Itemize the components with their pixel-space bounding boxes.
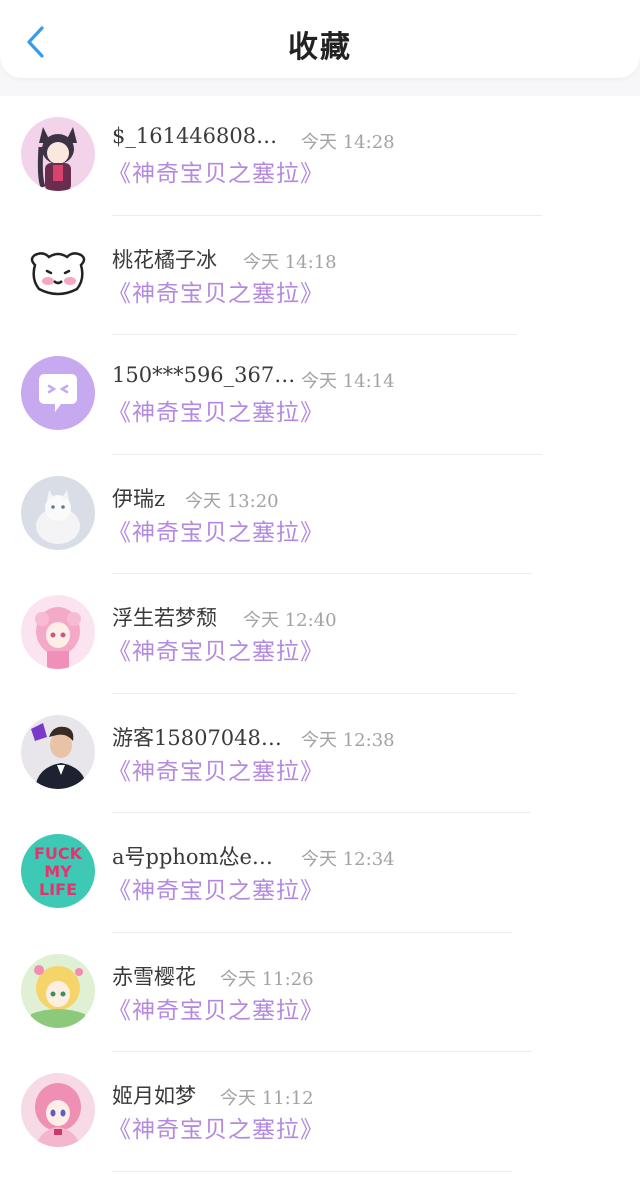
page-title: 收藏 [288, 30, 352, 65]
timestamp: 今天 14:14 [301, 371, 395, 392]
list-item[interactable]: 伊瑞z 今天 13:20 《神奇宝贝之塞拉》 [0, 455, 640, 574]
list-item[interactable]: 桃花橘子冰 今天 14:18 《神奇宝贝之塞拉》 [0, 216, 640, 335]
topic-link[interactable]: 《神奇宝贝之塞拉》 [108, 871, 324, 905]
list-item[interactable]: 浮生若梦颓 今天 12:40 《神奇宝贝之塞拉》 [0, 574, 640, 694]
user-name: 姬月如梦 [112, 1084, 196, 1108]
avatar[interactable] [21, 475, 95, 550]
topic-link[interactable]: 《神奇宝贝之塞拉》 [108, 632, 324, 666]
user-name: 伊瑞z [112, 486, 166, 511]
timestamp: 今天 12:38 [301, 729, 395, 751]
badge-line-1: FUCK [34, 844, 83, 863]
white-cat-avatar-icon [21, 475, 95, 550]
user-name: 赤雪樱花 [112, 964, 196, 989]
topic-link[interactable]: 《神奇宝贝之塞拉》 [108, 274, 324, 308]
topic-link[interactable]: 《神奇宝贝之塞拉》 [108, 393, 324, 427]
user-name: $_161446808… [112, 124, 278, 148]
topic-link[interactable]: 《神奇宝贝之塞拉》 [108, 154, 324, 188]
topic-link[interactable]: 《神奇宝贝之塞拉》 [108, 1110, 324, 1144]
favorites-list[interactable]: $_161446808… 今天 14:28 《神奇宝贝之塞拉》 桃花橘子冰 今天… [0, 96, 640, 1189]
anime-catgirl-avatar-icon [21, 117, 95, 191]
pink-hair-anime-avatar-icon [21, 1073, 95, 1147]
timestamp: 今天 12:40 [243, 610, 337, 631]
badge-line-3: LIFE [39, 880, 77, 899]
list-item[interactable]: FUCK MY LIFE a号pphom怂e… 今天 12:34 《神奇宝贝之塞… [0, 813, 640, 933]
cute-doodle-face-avatar-icon [21, 236, 95, 311]
topic-link[interactable]: 《神奇宝贝之塞拉》 [108, 991, 324, 1025]
avatar[interactable]: FUCK MY LIFE [21, 834, 95, 908]
user-name: 桃花橘子冰 [112, 247, 217, 272]
badge-line-2: MY [44, 862, 72, 881]
list-item[interactable]: 游客15807048… 今天 12:38 《神奇宝贝之塞拉》 [0, 694, 640, 813]
avatar[interactable] [21, 356, 95, 430]
list-item[interactable]: 姬月如梦 今天 11:12 《神奇宝贝之塞拉》 [0, 1052, 640, 1172]
text-badge-avatar-icon: FUCK MY LIFE [21, 834, 95, 908]
pink-anime-girl-avatar-icon [21, 595, 95, 669]
timestamp: 今天 14:28 [301, 132, 395, 153]
user-name: 游客15807048… [112, 725, 282, 750]
list-item[interactable]: 150***596_367… 今天 14:14 《神奇宝贝之塞拉》 [0, 335, 640, 455]
avatar[interactable] [21, 1073, 95, 1147]
timestamp: 今天 13:20 [185, 490, 279, 512]
user-name: a号pphom怂e… [112, 845, 273, 869]
avatar[interactable] [21, 953, 95, 1028]
timestamp: 今天 11:12 [220, 1088, 314, 1109]
topic-link[interactable]: 《神奇宝贝之塞拉》 [108, 513, 324, 547]
avatar[interactable] [21, 714, 95, 789]
top-bar: 收藏 [0, 0, 640, 78]
avatar[interactable] [21, 595, 95, 669]
list-item[interactable]: 赤雪樱花 今天 11:26 《神奇宝贝之塞拉》 [0, 933, 640, 1052]
user-name: 浮生若梦颓 [112, 606, 217, 630]
avatar[interactable] [21, 236, 95, 311]
blonde-anime-girl-avatar-icon [21, 953, 95, 1028]
timestamp: 今天 12:34 [301, 849, 395, 870]
user-name: 150***596_367… [112, 363, 296, 387]
list-item[interactable]: $_161446808… 今天 14:28 《神奇宝贝之塞拉》 [0, 96, 640, 216]
divider [112, 1170, 512, 1172]
topic-link[interactable]: 《神奇宝贝之塞拉》 [108, 752, 324, 786]
timestamp: 今天 14:18 [243, 251, 337, 273]
man-portrait-avatar-icon [21, 714, 95, 789]
avatar[interactable] [21, 117, 95, 191]
timestamp: 今天 11:26 [220, 968, 314, 990]
chat-bubble-avatar-icon [21, 356, 95, 430]
